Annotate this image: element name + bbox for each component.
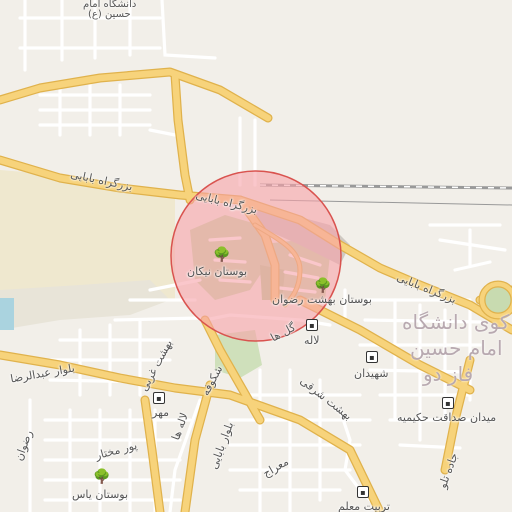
bus-stop-label[interactable]: شهیدان <box>354 368 389 379</box>
campus-label: امام حسین <box>410 336 503 360</box>
university-label: حسین (ع) <box>88 9 131 20</box>
campus-label: فاز دو <box>423 362 474 386</box>
campus-label: کوی دانشگاه <box>402 310 510 334</box>
bus-stop-icon[interactable]: ▪ <box>442 397 454 409</box>
map-view[interactable]: دانشگاه امام حسین (ع) بزرگراه بابایی بزر… <box>0 0 512 512</box>
tree-icon[interactable]: 🌳 <box>314 279 331 293</box>
water-area <box>0 298 14 330</box>
tree-icon[interactable]: 🌳 <box>213 248 230 262</box>
bus-stop-label[interactable]: تربیت معلم <box>338 501 390 512</box>
park-label[interactable]: بوستان نیکان <box>187 266 247 277</box>
bus-stop-label[interactable]: مهر <box>152 407 169 418</box>
bus-stop-icon[interactable]: ▪ <box>306 319 318 331</box>
bus-stop-label[interactable]: میدان صداقت حکیمیه <box>397 412 496 423</box>
tree-icon[interactable]: 🌳 <box>93 470 110 484</box>
bus-stop-label[interactable]: لاله <box>304 335 320 346</box>
bus-stop-icon[interactable]: ▪ <box>357 486 369 498</box>
park-label[interactable]: بوستان بهشت رضوان <box>272 294 372 305</box>
bus-stop-icon[interactable]: ▪ <box>153 392 165 404</box>
park-label[interactable]: بوستان یاس <box>72 489 128 500</box>
bus-stop-icon[interactable]: ▪ <box>366 351 378 363</box>
map-base <box>0 0 512 512</box>
